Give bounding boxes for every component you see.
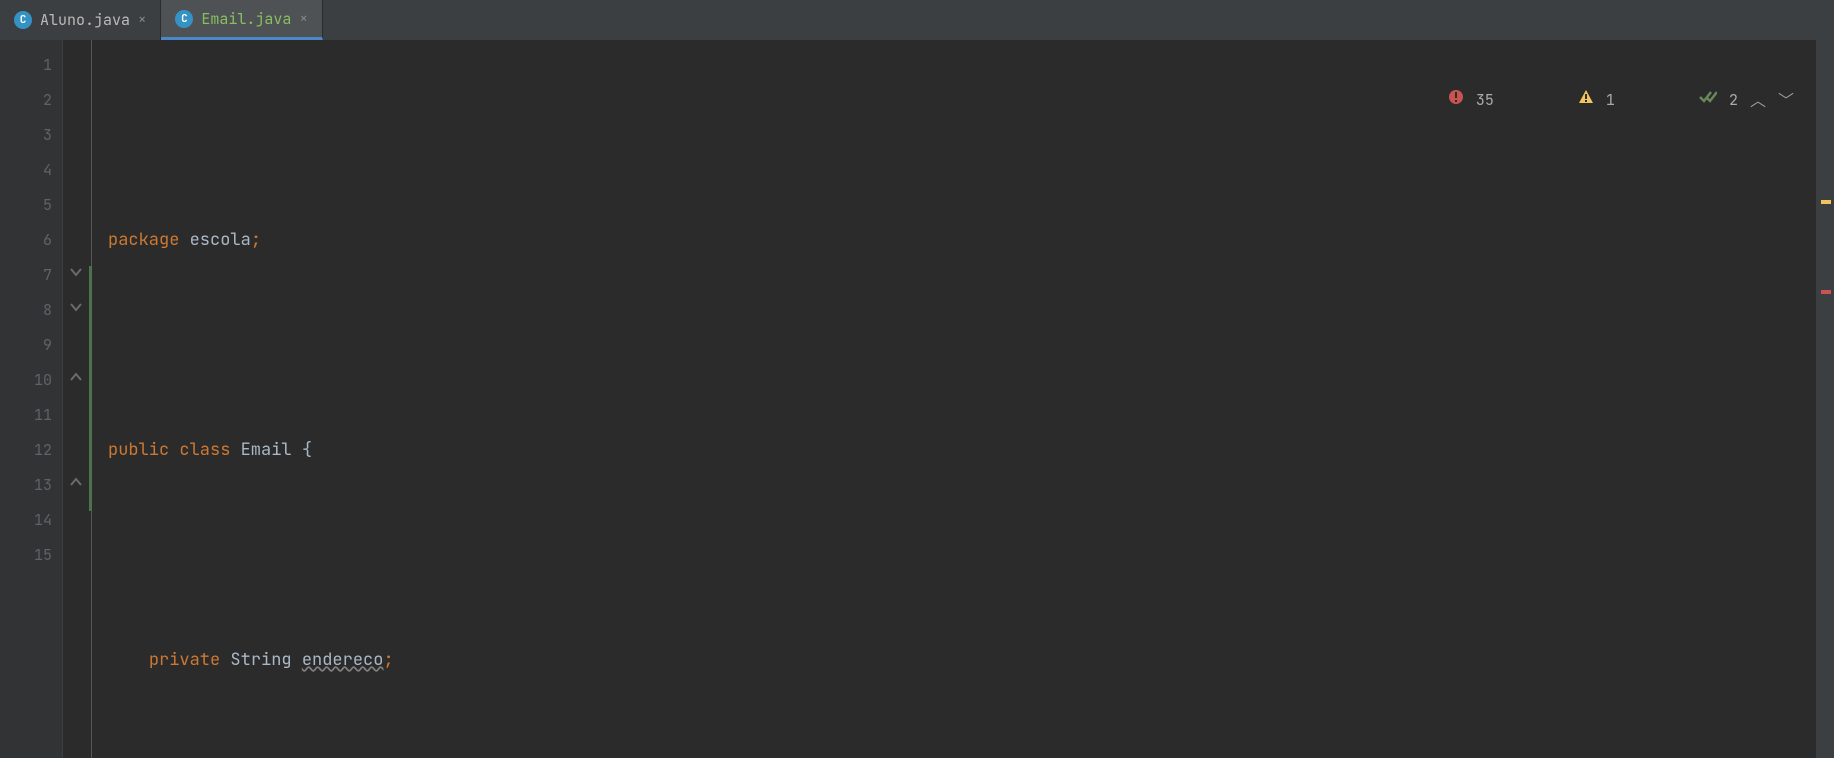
- error-icon: [1376, 48, 1464, 153]
- line-number[interactable]: 11: [0, 398, 52, 433]
- tab-aluno[interactable]: C Aluno.java ×: [0, 0, 161, 40]
- code-line[interactable]: public class Email {: [96, 433, 1834, 468]
- line-number[interactable]: 9: [0, 328, 52, 363]
- tab-label: Email.java: [201, 9, 291, 29]
- line-number[interactable]: 2: [0, 83, 52, 118]
- line-number[interactable]: 12: [0, 433, 52, 468]
- line-number[interactable]: 13: [0, 468, 52, 503]
- error-stripe[interactable]: [1816, 40, 1834, 758]
- fold-gutter: [62, 40, 92, 758]
- fold-toggle-icon[interactable]: [69, 265, 83, 279]
- class-icon: C: [14, 11, 32, 29]
- line-number[interactable]: 3: [0, 118, 52, 153]
- error-count: 35: [1476, 83, 1494, 118]
- next-highlight-icon[interactable]: ﹀: [1778, 83, 1794, 118]
- editor: 1 2 3 4 5 6 7 8 9 10 11 12 13 14 15 35 1: [0, 40, 1834, 758]
- fold-end-icon[interactable]: [69, 370, 83, 384]
- weak-warning-count: 2: [1729, 83, 1738, 118]
- line-number[interactable]: 14: [0, 503, 52, 538]
- close-icon[interactable]: ×: [299, 10, 307, 28]
- close-icon[interactable]: ×: [138, 11, 146, 29]
- code-line[interactable]: package escola;: [96, 223, 1834, 258]
- code-area[interactable]: 35 1 2 ︿ ﹀ package escola; public class …: [92, 40, 1834, 758]
- warning-count: 1: [1606, 83, 1615, 118]
- line-number[interactable]: 6: [0, 223, 52, 258]
- fold-toggle-icon[interactable]: [69, 300, 83, 314]
- line-number[interactable]: 1: [0, 48, 52, 83]
- code-line[interactable]: [96, 328, 1834, 363]
- class-icon: C: [175, 10, 193, 28]
- warning-icon: [1506, 48, 1594, 153]
- line-number[interactable]: 5: [0, 188, 52, 223]
- line-number[interactable]: 15: [0, 538, 52, 573]
- tab-label: Aluno.java: [40, 10, 130, 30]
- weak-warning-icon: [1627, 48, 1717, 153]
- code-line[interactable]: private String endereco;: [96, 643, 1834, 678]
- inspection-widget[interactable]: 35 1 2 ︿ ﹀: [1376, 48, 1794, 153]
- stripe-warning-mark[interactable]: [1821, 200, 1831, 204]
- code-line[interactable]: [96, 538, 1834, 573]
- stripe-error-mark[interactable]: [1821, 290, 1831, 294]
- line-number-gutter: 1 2 3 4 5 6 7 8 9 10 11 12 13 14 15: [0, 40, 62, 758]
- line-number[interactable]: 4: [0, 153, 52, 188]
- line-number[interactable]: 10: [0, 363, 52, 398]
- fold-end-icon[interactable]: [69, 475, 83, 489]
- code-line[interactable]: [96, 748, 1834, 758]
- line-number[interactable]: 7: [0, 258, 52, 293]
- tab-bar: C Aluno.java × C Email.java ×: [0, 0, 1834, 40]
- line-number[interactable]: 8: [0, 293, 52, 328]
- tab-email[interactable]: C Email.java ×: [161, 0, 322, 40]
- prev-highlight-icon[interactable]: ︿: [1750, 83, 1766, 118]
